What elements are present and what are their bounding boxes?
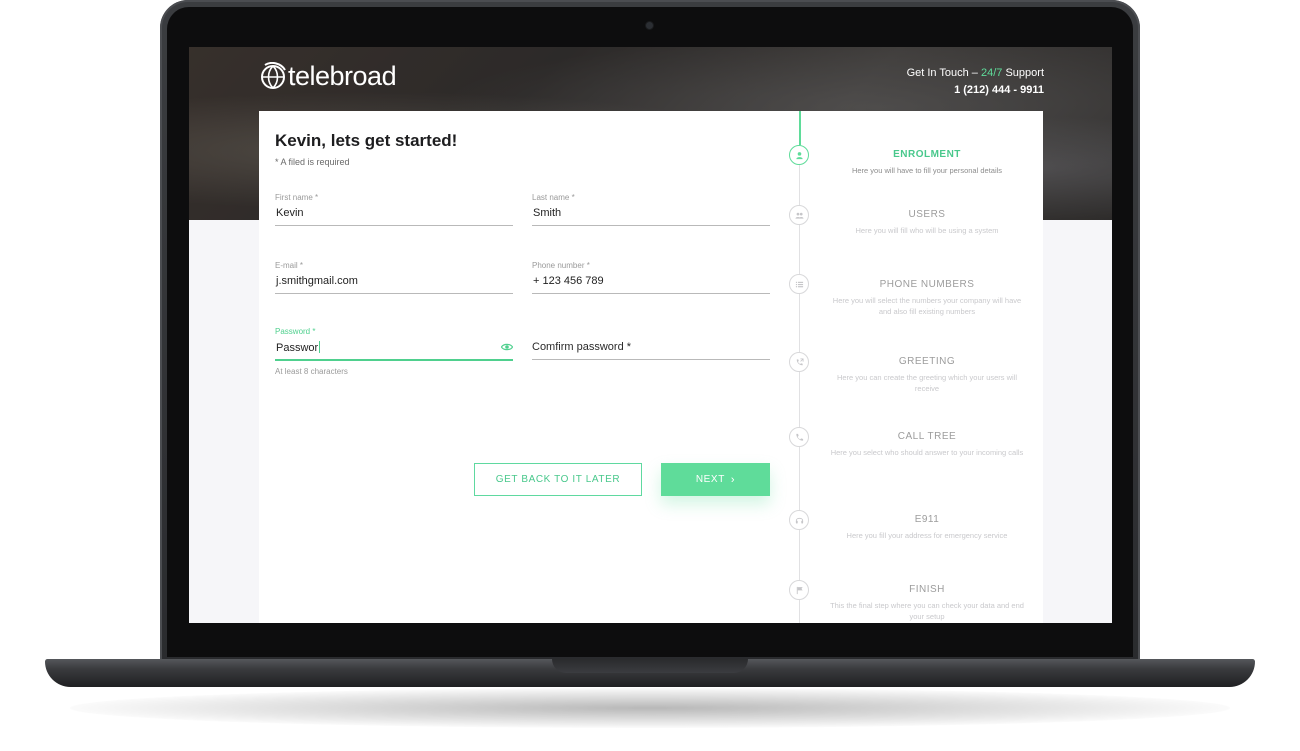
password-field[interactable]: Password * Passwor — [275, 327, 513, 371]
step-enrolment[interactable]: ENROLMENT Here you will have to fill you… — [829, 149, 1025, 176]
contact-line: Get In Touch – 24/7 Support — [907, 65, 1044, 82]
step-phone-numbers[interactable]: PHONE NUMBERS Here you will select the n… — [829, 279, 1025, 317]
step-finish[interactable]: FINISH This the final step where you can… — [829, 584, 1025, 622]
step-title: GREETING — [898, 356, 956, 367]
brand-logo[interactable]: telebroad — [259, 61, 397, 92]
signup-card: Kevin, lets get started! * A filed is re… — [259, 111, 1043, 623]
step-title: CALL TREE — [897, 431, 957, 442]
page-title: Kevin, lets get started! — [275, 131, 458, 150]
globe-logo-icon — [261, 61, 286, 89]
field-underline — [275, 293, 513, 294]
person-icon — [795, 151, 803, 159]
step-description: Here you will fill who will be using a s… — [855, 226, 999, 235]
phone-icon — [795, 433, 803, 441]
password-text: Passwor — [276, 342, 319, 354]
password-value: Passwor — [276, 341, 321, 354]
last-name-field[interactable]: Last name * Smith — [532, 193, 770, 237]
phone-number-field[interactable]: Phone number * + 123 456 789 — [532, 261, 770, 305]
next-label: NEXT — [695, 474, 725, 485]
step-call-tree[interactable]: CALL TREE Here you select who should ans… — [829, 431, 1025, 458]
list-icon — [795, 281, 803, 287]
step-title: E911 — [914, 514, 940, 525]
confirm-password-placeholder: Comfirm password * — [532, 341, 632, 353]
step-dot-e911[interactable] — [789, 510, 809, 530]
step-dot-phone-numbers[interactable] — [789, 274, 809, 294]
get-back-later-label: GET BACK TO IT LATER — [495, 474, 621, 485]
email-label: E-mail * — [275, 261, 304, 270]
email-value: j.smithgmail.com — [276, 275, 358, 287]
step-dot-enrolment[interactable] — [789, 145, 809, 165]
contact-prefix: Get In Touch – — [906, 67, 978, 79]
get-back-later-button[interactable]: GET BACK TO IT LATER — [474, 463, 642, 496]
confirm-password-field[interactable]: Comfirm password * — [532, 327, 770, 371]
brand-name: telebroad — [288, 61, 397, 91]
next-button[interactable]: NEXT › — [661, 463, 770, 496]
phone-number-label: Phone number * — [532, 261, 590, 270]
step-dot-users[interactable] — [789, 205, 809, 225]
contact-highlight: 24/7 — [980, 67, 1003, 79]
last-name-value: Smith — [533, 207, 562, 219]
last-name-label: Last name * — [532, 193, 575, 202]
step-dot-greeting[interactable] — [789, 352, 809, 372]
step-description: Here you will select the numbers your co… — [832, 296, 1022, 316]
screen: telebroad Get In Touch – 24/7 Support 1 … — [189, 47, 1112, 623]
field-underline — [532, 293, 770, 294]
phone-number-value: + 123 456 789 — [533, 275, 604, 287]
step-dot-finish[interactable] — [789, 580, 809, 600]
flag-icon — [796, 586, 803, 594]
laptop-shadow — [70, 688, 1230, 728]
step-e911[interactable]: E911 Here you fill your address for emer… — [829, 514, 1025, 541]
step-description: Here you fill your address for emergency… — [846, 531, 1008, 540]
password-helper: At least 8 characters — [275, 367, 348, 376]
steps-track-progress — [799, 111, 801, 145]
step-description: Here you can create the greeting which y… — [836, 373, 1018, 393]
field-underline — [532, 225, 770, 226]
step-users[interactable]: USERS Here you will fill who will be usi… — [829, 209, 1025, 236]
field-underline-active — [275, 359, 513, 361]
text-caret — [319, 341, 321, 353]
group-icon — [794, 212, 804, 219]
step-title: FINISH — [909, 584, 945, 595]
phone-forward-icon — [796, 357, 804, 365]
chevron-right-icon: › — [730, 473, 736, 486]
webcam — [646, 22, 653, 29]
step-title: ENROLMENT — [893, 149, 961, 160]
first-name-field[interactable]: First name * Kevin — [275, 193, 513, 237]
step-title: PHONE NUMBERS — [879, 279, 975, 290]
field-underline — [532, 359, 770, 360]
support-phone[interactable]: 1 (212) 444 - 9911 — [907, 82, 1044, 99]
laptop-notch — [552, 659, 748, 673]
step-greeting[interactable]: GREETING Here you can create the greetin… — [829, 356, 1025, 394]
first-name-label: First name * — [275, 193, 319, 202]
email-field[interactable]: E-mail * j.smithgmail.com — [275, 261, 513, 305]
contact-suffix: Support — [1005, 67, 1044, 79]
step-title: USERS — [908, 209, 946, 220]
contact-info: Get In Touch – 24/7 Support 1 (212) 444 … — [907, 65, 1044, 99]
step-dot-call-tree[interactable] — [789, 427, 809, 447]
first-name-value: Kevin — [276, 207, 304, 219]
step-description: Here you select who should answer to you… — [830, 448, 1024, 457]
password-label: Password * — [275, 327, 316, 336]
step-description: Here you will have to fill your personal… — [851, 166, 1003, 175]
step-description: This the final step where you can check … — [830, 601, 1024, 621]
field-underline — [275, 225, 513, 226]
eye-icon[interactable] — [501, 342, 513, 352]
required-note: * A filed is required — [275, 157, 350, 167]
headset-icon — [795, 517, 803, 523]
